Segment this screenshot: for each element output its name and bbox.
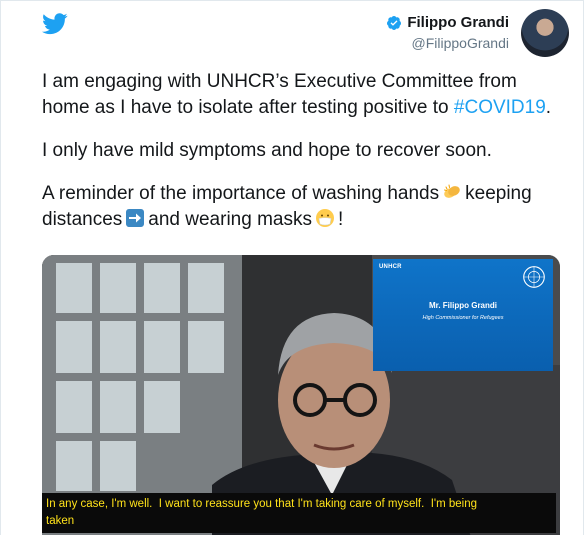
hashtag-link[interactable]: #COVID19 [454,97,546,118]
un-emblem-icon [523,266,545,288]
tweet-paragraph-1-line1: I am engaging with UNHCR’s Executive Com… [42,71,517,92]
slide-speaker-title: High Commissioner for Refugees [422,315,504,321]
author-handle[interactable]: @FilippoGrandi [386,34,509,52]
tweet-p3-part2: keeping [465,183,532,204]
verified-badge-icon [387,16,402,30]
tweet-p3-part1: A reminder of the importance of washing … [42,183,440,204]
tweet-paragraph-2: I only have mild symptoms and hope to re… [42,140,492,161]
face-with-mask-emoji-icon [315,209,334,227]
tweet-p3-part4: and wearing masks [148,209,312,230]
tweet-paragraph-1: I am engaging with UNHCR’s Executive Com… [42,69,562,121]
author-name-row[interactable]: Filippo Grandi [386,14,509,32]
slide-speaker-name: Mr. Filippo Grandi [429,301,497,310]
twitter-bird-icon[interactable] [42,13,68,35]
tweet-p3-part3: distances [42,209,123,230]
author-block[interactable]: Filippo Grandi @FilippoGrandi [386,14,509,52]
tweet-card: Filippo Grandi @FilippoGrandi I am engag… [0,0,584,535]
caption-line-1: In any case, I'm well. I want to reassur… [46,498,477,510]
video-caption: In any case, I'm well. I want to reassur… [42,493,556,533]
tweet-p3-part5: ! [337,209,344,230]
avatar[interactable] [521,9,569,57]
video-player[interactable]: UNHCR Mr. Filippo Grandi High Commission… [42,255,560,535]
tweet-paragraph-1-line2: home as I have to isolate after testing … [42,97,454,118]
tweet-paragraph-3: A reminder of the importance of washing … [42,181,562,233]
author-name[interactable]: Filippo Grandi [407,14,509,32]
unhcr-logo-text: UNHCR [379,264,402,270]
caption-line-2: taken [46,515,75,527]
right-arrow-emoji-icon [126,209,145,227]
presentation-slide: UNHCR Mr. Filippo Grandi High Commission… [373,259,553,371]
tweet-paragraph-1-end: . [545,97,552,118]
clapping-hands-emoji-icon [444,184,460,198]
tweet-text: I am engaging with UNHCR’s Executive Com… [42,69,562,250]
